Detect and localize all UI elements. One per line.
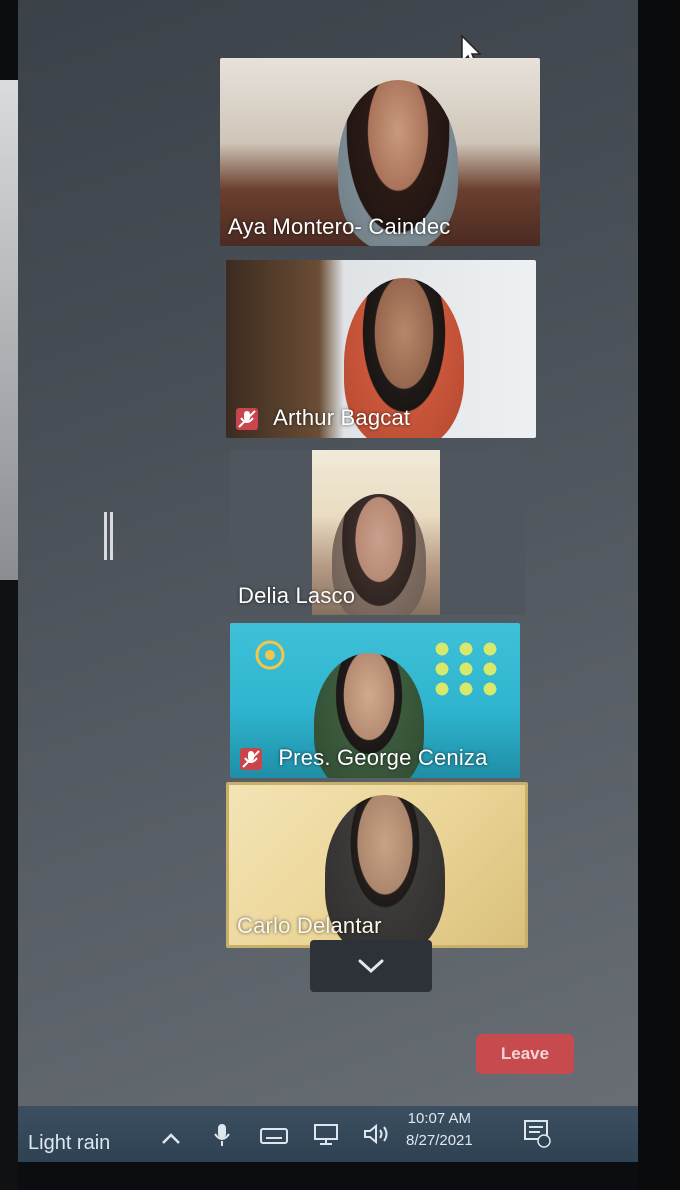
more-participants-button[interactable] (310, 940, 432, 992)
participant-video-tile[interactable]: Carlo Delantar (226, 782, 528, 948)
taskbar: Light rain 10:07 AM 8/27/2021 (18, 1106, 638, 1162)
weather-widget[interactable]: Light rain (28, 1132, 110, 1155)
rotary-logo-icon (255, 640, 285, 670)
panel-resize-handle[interactable] (104, 512, 114, 560)
decorative-dots (430, 639, 502, 699)
participant-video-tile[interactable]: Pres. George Ceniza (230, 623, 520, 778)
clock-date: 8/27/2021 (406, 1132, 473, 1149)
participant-video-tile[interactable]: Delia Lasco (230, 450, 525, 615)
chevron-up-icon[interactable] (160, 1128, 182, 1150)
network-icon[interactable] (312, 1122, 340, 1146)
shared-screen-edge (0, 80, 18, 580)
clock-time: 10:07 AM (407, 1110, 472, 1127)
participant-video-tile[interactable]: Aya Montero- Caindec (220, 58, 540, 246)
participant-name-row: Pres. George Ceniza (238, 745, 488, 772)
participant-name: Pres. George Ceniza (278, 744, 488, 770)
mic-muted-icon (236, 408, 258, 430)
system-clock[interactable]: 10:07 AM 8/27/2021 (406, 1108, 473, 1152)
participant-name: Arthur Bagcat (273, 404, 411, 430)
notifications-icon[interactable] (522, 1118, 552, 1148)
volume-icon[interactable] (362, 1122, 392, 1146)
keyboard-icon[interactable] (260, 1126, 288, 1146)
chevron-down-icon (358, 959, 384, 974)
dark-edge (0, 580, 18, 1190)
participant-name: Delia Lasco (238, 583, 356, 608)
leave-button[interactable]: Leave (476, 1034, 574, 1074)
participant-name: Aya Montero- Caindec (228, 214, 451, 239)
mic-muted-icon (240, 748, 262, 770)
microphone-icon[interactable] (212, 1122, 232, 1148)
participant-video-tile[interactable]: Arthur Bagcat (226, 260, 536, 438)
monitor-bezel (638, 0, 680, 1190)
meeting-window: Aya Montero- Caindec Arthur Bagcat Delia… (18, 0, 638, 1162)
participant-name: Carlo Delantar (237, 913, 382, 938)
participant-name-row: Arthur Bagcat (234, 405, 410, 432)
